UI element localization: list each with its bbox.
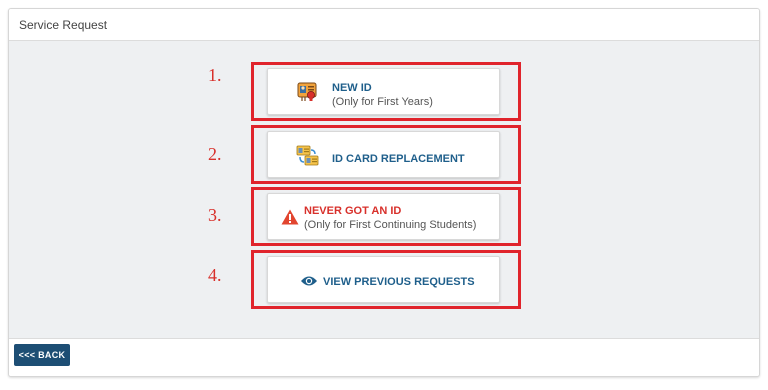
- service-request-panel: Service Request 1. NEW ID (Only for Firs…: [8, 8, 760, 377]
- warning-triangle-icon: [281, 209, 299, 225]
- option-title: NEW ID: [332, 82, 372, 94]
- id-badge-icon: [297, 82, 317, 101]
- new-id-button[interactable]: NEW ID (Only for First Years): [267, 68, 500, 115]
- option-subtitle: (Only for First Years): [332, 96, 433, 108]
- id-card-replacement-button[interactable]: ID CARD REPLACEMENT: [267, 131, 500, 178]
- option-title: NEVER GOT AN ID: [304, 205, 402, 217]
- never-got-an-id-button[interactable]: NEVER GOT AN ID (Only for First Continui…: [267, 193, 500, 240]
- step-number-3: 3.: [208, 205, 222, 225]
- option-title: ID CARD REPLACEMENT: [332, 153, 465, 165]
- option-title: VIEW PREVIOUS REQUESTS: [323, 276, 475, 288]
- panel-header: Service Request: [9, 9, 759, 41]
- step-number-4: 4.: [208, 265, 222, 285]
- view-previous-requests-button[interactable]: VIEW PREVIOUS REQUESTS: [267, 256, 500, 303]
- page-title: Service Request: [19, 18, 108, 32]
- panel-footer: <<< BACK: [9, 338, 759, 376]
- step-number-2: 2.: [208, 144, 222, 164]
- step-number-1: 1.: [208, 65, 222, 85]
- eye-icon: [301, 276, 317, 286]
- back-button[interactable]: <<< BACK: [14, 344, 70, 366]
- option-subtitle: (Only for First Continuing Students): [304, 219, 477, 231]
- id-card-swap-icon: [296, 145, 319, 166]
